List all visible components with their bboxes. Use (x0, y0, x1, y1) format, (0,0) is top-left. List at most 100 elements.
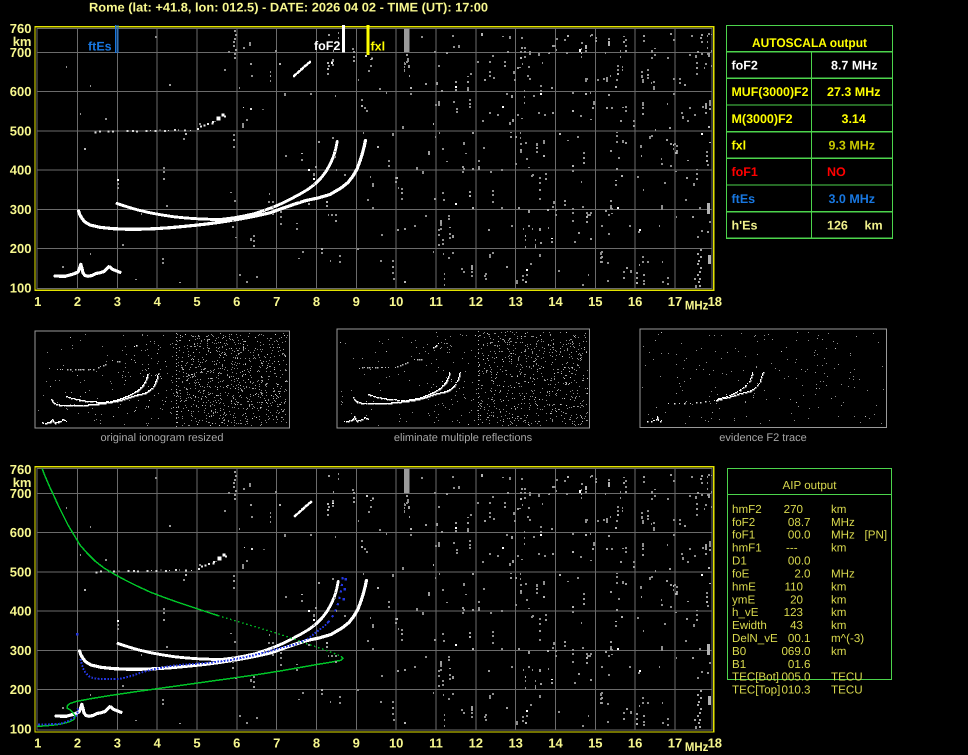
svg-text:foF2: foF2 (732, 59, 758, 73)
svg-text:12: 12 (469, 735, 483, 750)
svg-text:17: 17 (668, 735, 682, 750)
svg-text:18: 18 (708, 294, 722, 309)
svg-text:500: 500 (10, 564, 32, 579)
svg-text:ymE: ymE (732, 593, 755, 606)
svg-text:ftEs: ftEs (88, 40, 112, 54)
svg-text:hmF1: hmF1 (732, 542, 762, 555)
svg-text:17: 17 (668, 294, 682, 309)
svg-text:m^(-3): m^(-3) (831, 632, 864, 645)
svg-text:MHz: MHz (685, 740, 709, 754)
svg-text:9: 9 (353, 294, 360, 309)
svg-text:MHz: MHz (831, 529, 855, 542)
svg-text:8.7 MHz: 8.7 MHz (831, 59, 878, 73)
svg-text:3: 3 (114, 735, 121, 750)
svg-text:[PN]: [PN] (865, 529, 888, 542)
svg-text:M(3000)F2: M(3000)F2 (732, 112, 793, 126)
svg-text:600: 600 (10, 84, 32, 99)
svg-text:270: 270 (784, 503, 803, 516)
svg-text:126: 126 (827, 219, 848, 233)
svg-text:h_vE: h_vE (732, 606, 759, 619)
svg-text:20: 20 (790, 593, 803, 606)
svg-text:hmF2: hmF2 (732, 503, 762, 516)
svg-text:Ewidth: Ewidth (732, 619, 767, 632)
svg-text:14: 14 (548, 294, 563, 309)
svg-text:MHz: MHz (831, 567, 855, 580)
svg-text:4: 4 (154, 735, 162, 750)
svg-text:6: 6 (233, 735, 240, 750)
svg-text:Rome (lat: +41.8, lon: 012.5): Rome (lat: +41.8, lon: 012.5) - DATE: 20… (89, 1, 488, 15)
svg-text:2: 2 (74, 294, 81, 309)
svg-text:00.1: 00.1 (788, 632, 811, 645)
svg-text:9.3 MHz: 9.3 MHz (829, 139, 876, 153)
svg-text:eliminate multiple reflections: eliminate multiple reflections (394, 432, 533, 444)
svg-text:km: km (831, 503, 846, 516)
svg-text:400: 400 (10, 163, 32, 178)
svg-text:foE: foE (732, 567, 750, 580)
svg-text:700: 700 (10, 486, 32, 501)
svg-text:700: 700 (10, 45, 32, 60)
svg-text:B1: B1 (732, 658, 746, 671)
svg-text:110: 110 (785, 580, 803, 593)
svg-text:DelN_vE: DelN_vE (732, 632, 778, 645)
svg-text:15: 15 (588, 294, 602, 309)
svg-text:3.14: 3.14 (842, 112, 866, 126)
svg-text:400: 400 (10, 604, 32, 619)
svg-text:evidence F2 trace: evidence F2 trace (719, 432, 806, 444)
svg-text:ftEs: ftEs (732, 192, 756, 206)
svg-text:3.0 MHz: 3.0 MHz (829, 192, 876, 206)
svg-text:foF2: foF2 (314, 39, 340, 53)
svg-text:km: km (831, 542, 846, 555)
svg-text:14: 14 (548, 735, 563, 750)
svg-text:km: km (831, 580, 846, 593)
svg-text:TEC[Top]: TEC[Top] (732, 684, 780, 697)
svg-text:5: 5 (193, 735, 200, 750)
svg-text:km: km (831, 645, 846, 658)
svg-text:fxl: fxl (371, 40, 386, 54)
svg-text:1: 1 (34, 294, 41, 309)
svg-text:010.3: 010.3 (781, 684, 810, 697)
svg-text:10: 10 (389, 735, 403, 750)
svg-text:MUF(3000)F2: MUF(3000)F2 (732, 85, 809, 99)
svg-text:00.0: 00.0 (788, 529, 811, 542)
svg-text:069.0: 069.0 (781, 645, 810, 658)
svg-text:08.7: 08.7 (788, 516, 811, 529)
svg-text:4: 4 (154, 294, 162, 309)
svg-text:foF2: foF2 (732, 516, 755, 529)
svg-text:8: 8 (313, 735, 320, 750)
svg-text:AUTOSCALA output: AUTOSCALA output (752, 36, 868, 50)
svg-text:8: 8 (313, 294, 320, 309)
svg-text:600: 600 (10, 525, 32, 540)
svg-text:200: 200 (10, 682, 32, 697)
svg-text:300: 300 (10, 202, 32, 217)
svg-text:100: 100 (10, 280, 32, 295)
svg-text:3: 3 (114, 294, 121, 309)
svg-text:123: 123 (784, 606, 803, 619)
svg-text:AIP output: AIP output (783, 479, 838, 492)
svg-text:16: 16 (628, 735, 642, 750)
svg-text:h'Es: h'Es (732, 219, 758, 233)
svg-text:km: km (831, 619, 846, 632)
svg-text:foF1: foF1 (732, 165, 758, 179)
svg-text:7: 7 (273, 294, 280, 309)
svg-text:7: 7 (273, 735, 280, 750)
svg-text:12: 12 (469, 294, 483, 309)
svg-text:km: km (831, 593, 846, 606)
svg-text:2.0: 2.0 (794, 567, 810, 580)
svg-text:TECU: TECU (831, 684, 863, 697)
svg-text:---: --- (786, 542, 798, 555)
svg-text:300: 300 (10, 643, 32, 658)
svg-text:1: 1 (34, 735, 41, 750)
svg-text:D1: D1 (732, 555, 747, 568)
svg-text:km: km (831, 606, 846, 619)
svg-text:fxl: fxl (732, 139, 747, 153)
svg-text:9: 9 (353, 735, 360, 750)
svg-text:100: 100 (10, 721, 32, 736)
svg-text:200: 200 (10, 241, 32, 256)
svg-text:18: 18 (708, 735, 722, 750)
svg-text:43: 43 (790, 619, 803, 632)
svg-text:01.6: 01.6 (788, 658, 811, 671)
svg-text:13: 13 (508, 735, 522, 750)
svg-text:5: 5 (193, 294, 200, 309)
svg-text:15: 15 (588, 735, 602, 750)
svg-text:foF1: foF1 (732, 529, 755, 542)
